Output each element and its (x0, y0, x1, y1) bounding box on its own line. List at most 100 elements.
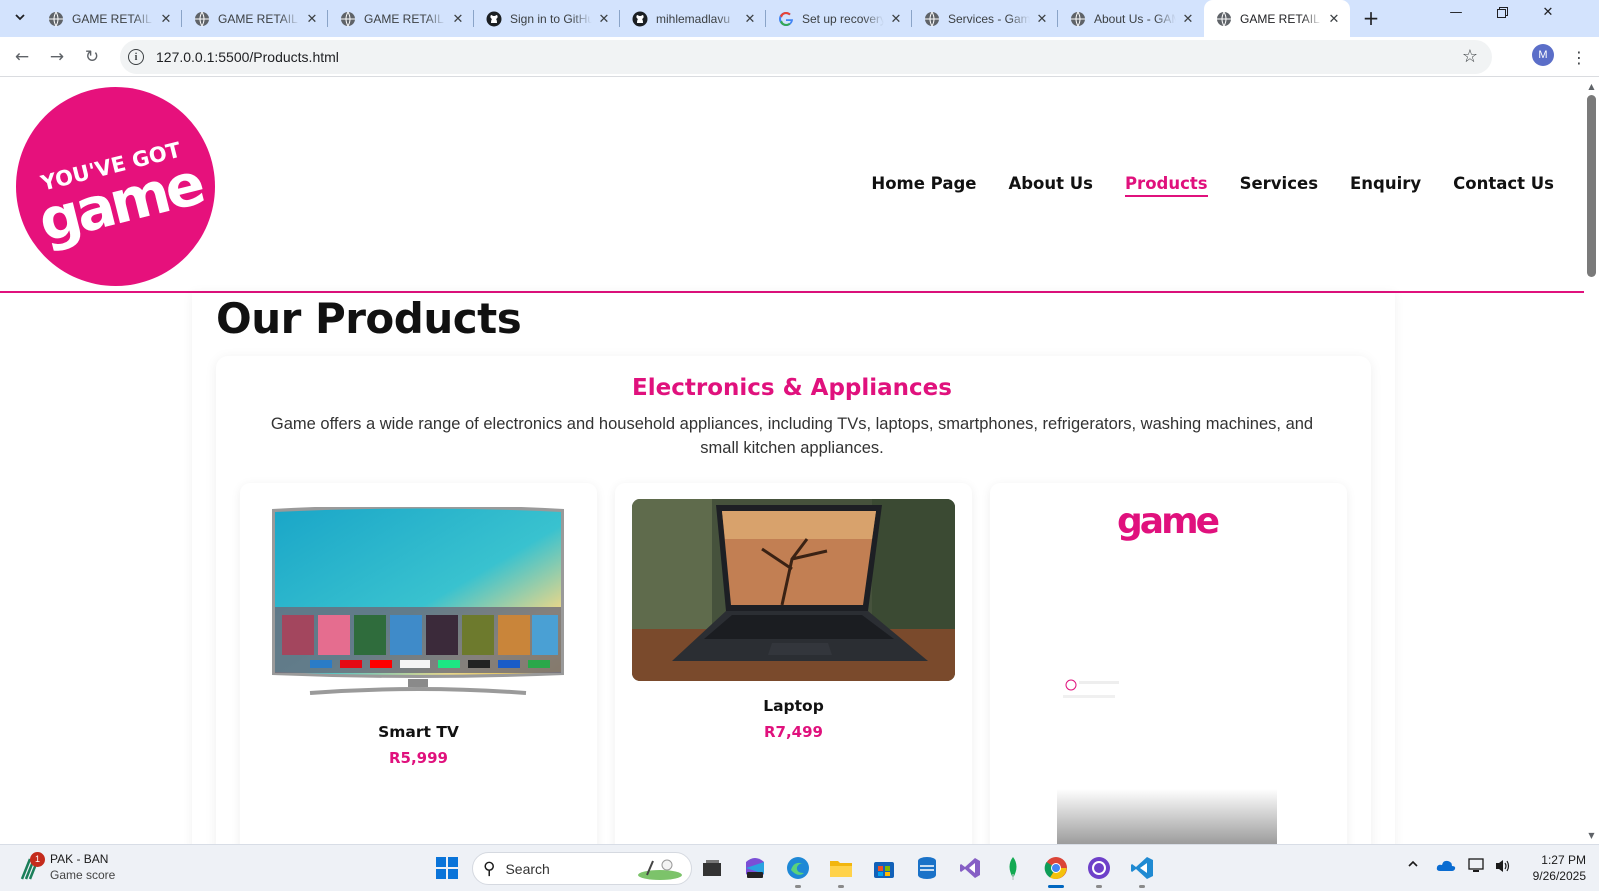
running-indicator (1096, 885, 1102, 888)
file-explorer-icon[interactable] (827, 854, 855, 888)
browser-tab[interactable]: About Us - GAME ✕ (1058, 0, 1204, 37)
globe-icon (340, 11, 356, 27)
clock-time: 1:27 PM (1541, 853, 1586, 867)
laptop-image (632, 499, 955, 681)
browser-tab[interactable]: GAME RETAIL STORE ✕ (182, 0, 328, 37)
github-icon (486, 11, 502, 27)
scroll-up-arrow-icon[interactable]: ▲ (1587, 82, 1596, 91)
forward-button[interactable]: → (43, 43, 71, 71)
running-indicator (1139, 885, 1145, 888)
browser-tab[interactable]: Services - Game ✕ (912, 0, 1058, 37)
page-scrollbar[interactable]: ▲ ▼ (1584, 78, 1599, 844)
close-tab-icon[interactable]: ✕ (1180, 11, 1196, 27)
microsoft-store-icon[interactable] (870, 854, 898, 882)
product-price: R7,499 (764, 723, 823, 741)
globe-icon (1216, 11, 1232, 27)
product-card-game-video[interactable]: game (990, 483, 1347, 844)
search-icon: ⚲ (483, 858, 496, 879)
search-label: Search (505, 860, 550, 877)
close-tab-icon[interactable]: ✕ (742, 11, 758, 27)
search-highlight-icon (638, 859, 682, 880)
github-icon (632, 11, 648, 27)
tab-title: Set up recovery (802, 11, 884, 26)
globe-icon (924, 11, 940, 27)
active-indicator (1048, 885, 1064, 888)
tab-search-button[interactable] (6, 4, 34, 30)
tab-title: mihlemadlavu (656, 11, 731, 26)
edge-icon[interactable] (784, 854, 812, 888)
windows-start-icon[interactable] (433, 854, 461, 882)
site-info-icon[interactable]: i (128, 49, 144, 65)
tab-title: GAME RETAIL STORE (1240, 11, 1322, 26)
scroll-down-arrow-icon[interactable]: ▼ (1587, 831, 1596, 840)
close-tab-icon[interactable]: ✕ (304, 11, 320, 27)
globe-icon (194, 11, 210, 27)
product-name: Laptop (763, 697, 824, 715)
github-desktop-icon[interactable] (1085, 854, 1113, 888)
minimize-button[interactable]: — (1433, 0, 1479, 24)
browser-toolbar: ← → ↻ i 127.0.0.1:5500/Products.html ☆ M… (0, 37, 1599, 77)
product-name: Smart TV (378, 723, 459, 741)
category-description: Game offers a wide range of electronics … (270, 415, 1314, 457)
product-card-laptop[interactable]: Laptop R7,499 (615, 483, 972, 844)
nav-link-enquiry[interactable]: Enquiry (1350, 174, 1421, 197)
browser-tab[interactable]: Sign in to GitHub ✕ (474, 0, 620, 37)
category-title: Electronics & Appliances (632, 375, 952, 401)
tray-overflow-chevron-icon[interactable] (1407, 858, 1419, 874)
profile-avatar[interactable]: M (1532, 44, 1554, 66)
taskbar-search[interactable]: ⚲ Search (472, 852, 692, 885)
address-bar[interactable]: i 127.0.0.1:5500/Products.html ☆ (120, 40, 1492, 74)
chrome-icon[interactable] (1042, 854, 1070, 888)
main-navigation: Home Page About Us Products Services Enquiry… (871, 174, 1554, 197)
close-window-button[interactable]: ✕ (1525, 0, 1571, 24)
close-tab-icon[interactable]: ✕ (450, 11, 466, 27)
globe-icon (1070, 11, 1086, 27)
mongodb-icon[interactable] (999, 854, 1027, 882)
browser-tab[interactable]: GAME RETAIL STORE ✕ (328, 0, 474, 37)
tab-title: GAME RETAIL STORE (218, 11, 300, 26)
m365-icon[interactable] (741, 854, 769, 882)
product-price: R5,999 (389, 749, 448, 767)
reload-button[interactable]: ↻ (78, 43, 106, 71)
close-tab-icon[interactable]: ✕ (1326, 11, 1342, 27)
back-button[interactable]: ← (8, 43, 36, 71)
volume-icon[interactable] (1494, 858, 1512, 878)
weather-widget[interactable]: 1 PAK - BAN Game score (18, 851, 115, 883)
new-tab-button[interactable]: + (1358, 5, 1384, 31)
browser-tab[interactable]: GAME RETAIL STORE ✕ (36, 0, 182, 37)
vscode-icon[interactable] (1128, 854, 1156, 888)
nav-link-services[interactable]: Services (1240, 174, 1318, 197)
tab-title: About Us - GAME (1094, 11, 1176, 26)
network-icon[interactable] (1468, 858, 1486, 878)
tab-title: Services - Game (948, 11, 1030, 26)
browser-tab[interactable]: Set up recovery ✕ (766, 0, 912, 37)
close-tab-icon[interactable]: ✕ (1034, 11, 1050, 27)
nav-link-contact-us[interactable]: Contact Us (1453, 174, 1554, 197)
product-card-smart-tv[interactable]: Smart TV R5,999 (240, 483, 597, 844)
close-tab-icon[interactable]: ✕ (596, 11, 612, 27)
task-view-icon[interactable] (698, 854, 726, 882)
game-brand-text: game (1117, 501, 1219, 542)
onedrive-icon[interactable] (1436, 858, 1456, 876)
nav-link-products[interactable]: Products (1124, 174, 1208, 197)
close-tab-icon[interactable]: ✕ (158, 11, 174, 27)
restore-button[interactable] (1479, 0, 1525, 24)
cricket-icon: 1 (18, 851, 45, 881)
azure-data-studio-icon[interactable] (913, 854, 941, 882)
browser-menu-icon[interactable]: ⋮ (1569, 44, 1589, 70)
tab-title: Sign in to GitHub (510, 11, 592, 26)
url-text[interactable]: 127.0.0.1:5500/Products.html (156, 49, 339, 65)
bookmark-star-icon[interactable]: ☆ (1462, 46, 1478, 67)
close-tab-icon[interactable]: ✕ (888, 11, 904, 27)
browser-tab[interactable]: GAME RETAIL STORE ✕ (1204, 0, 1350, 37)
nav-link-about-us[interactable]: About Us (1008, 174, 1093, 197)
restore-icon (1496, 6, 1508, 18)
system-clock[interactable]: 1:27 PM 9/26/2025 (1524, 852, 1586, 884)
tab-title: GAME RETAIL STORE (364, 11, 446, 26)
clock-date: 9/26/2025 (1532, 869, 1586, 883)
visual-studio-icon[interactable] (956, 854, 984, 882)
scroll-thumb[interactable] (1587, 95, 1596, 277)
browser-tab[interactable]: mihlemadlavu ✕ (620, 0, 766, 37)
nav-link-home-page[interactable]: Home Page (871, 174, 976, 197)
game-logo[interactable]: YOU'VE GOT game (16, 87, 215, 286)
